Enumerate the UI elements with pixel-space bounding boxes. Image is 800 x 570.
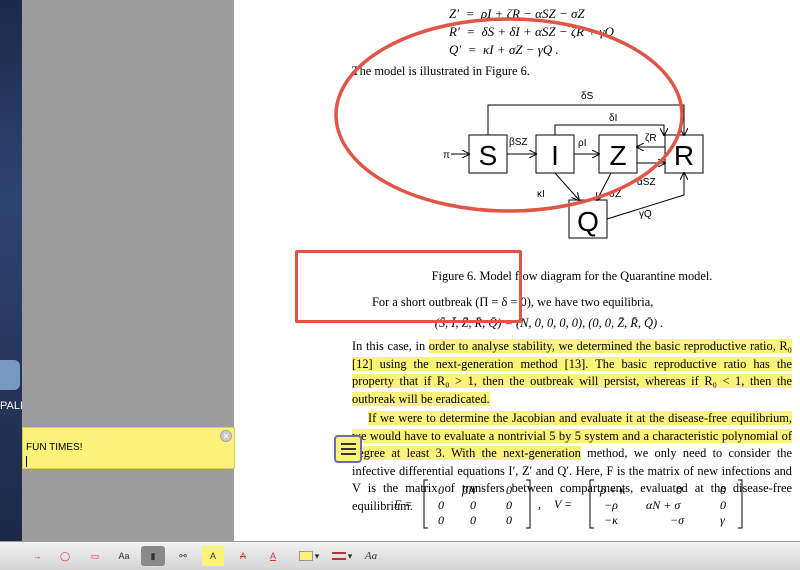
matrix-f-cell: 0 <box>438 483 444 497</box>
oval-annotation[interactable] <box>331 13 691 218</box>
matrix-v-cell: γ <box>720 513 725 527</box>
matrix-v-cell: 0 <box>676 483 682 497</box>
border-style-tool[interactable]: ▾ <box>328 546 356 566</box>
highlight-tool-icon[interactable]: A <box>202 546 224 566</box>
matrix-v-cell: −κ <box>604 513 618 527</box>
matrix-f-cell: 0 <box>506 513 512 527</box>
matrix-f-cell: 0 <box>506 483 512 497</box>
matrix-f-cell: βN <box>461 483 477 497</box>
link-tool-icon[interactable]: ⚯ <box>172 546 194 566</box>
underline-tool-icon[interactable]: A <box>262 546 284 566</box>
fill-color-swatch <box>298 551 313 561</box>
note-tool-icon[interactable]: ▮ <box>141 546 165 566</box>
rectangle-annotation[interactable] <box>295 250 522 323</box>
dropdown-arrow-icon: ▾ <box>347 550 353 561</box>
matrix-v-cell: 0 <box>720 498 726 512</box>
annotation-toolbar: → ◯ ▭ Aa ▮ ⚯ A A A ▾ ▾ Aa <box>0 541 800 570</box>
matrix-f-cell: 0 <box>470 513 476 527</box>
matrix-v-cell: −σ <box>670 513 685 527</box>
note-text[interactable]: FUN TIMES! <box>26 442 82 453</box>
text-cursor <box>26 456 27 467</box>
dropdown-arrow-icon: ▾ <box>314 550 320 561</box>
desktop-icon[interactable] <box>0 360 20 390</box>
fill-color-tool[interactable]: ▾ <box>295 546 323 566</box>
matrix-v-cell: −ρ <box>604 498 618 512</box>
note-popup[interactable]: FUN TIMES! × <box>22 427 235 469</box>
matrix-v-label: V = <box>554 497 572 511</box>
line-style-swatch <box>331 552 346 560</box>
desktop-icon-label: PALM <box>0 400 22 412</box>
oval-tool-icon[interactable]: ◯ <box>54 546 76 566</box>
matrix-equation: F = 0 βN 0 0 0 0 0 0 0 , V = ρ + κ 0 0 −… <box>394 479 743 529</box>
font-tool-icon[interactable]: Aa <box>360 546 382 566</box>
matrix-f-cell: 0 <box>506 498 512 512</box>
paragraph-stability-plain: In this case, in <box>352 339 429 353</box>
matrix-separator: , <box>538 497 541 511</box>
matrix-v-cell: αN + σ <box>646 498 681 512</box>
matrix-f-label: F = <box>394 497 412 511</box>
paragraph-stability: In this case, in order to analyse stabil… <box>352 338 793 408</box>
matrix-f-cell: 0 <box>438 498 444 512</box>
close-note-icon[interactable]: × <box>220 430 232 442</box>
text-box-tool-icon[interactable]: Aa <box>113 546 135 566</box>
matrix-v-cell: ρ + κ <box>599 483 626 497</box>
strikethrough-tool-icon[interactable]: A <box>232 546 254 566</box>
matrix-v-cell: 0 <box>720 483 726 497</box>
matrix-f-cell: 0 <box>438 513 444 527</box>
note-annotation-icon[interactable] <box>334 435 362 463</box>
matrix-f-cell: 0 <box>470 498 476 512</box>
rectangle-tool-icon[interactable]: ▭ <box>84 546 106 566</box>
desktop-background: PALM <box>0 0 22 570</box>
arrow-tool-icon[interactable]: → <box>26 546 48 566</box>
